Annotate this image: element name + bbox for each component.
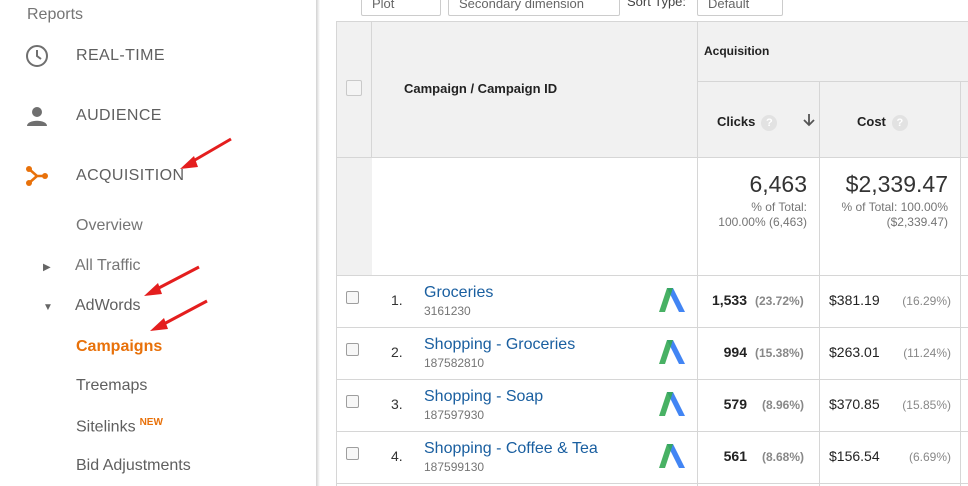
nav-item-acquisition[interactable]: ACQUISITION	[0, 154, 316, 198]
sidebar-item-bid-adjustments[interactable]: Bid Adjustments	[76, 457, 191, 475]
sidebar-item-all-traffic[interactable]: All Traffic	[75, 257, 141, 275]
cost-percent: (16.29%)	[902, 294, 951, 308]
row-checkbox[interactable]	[346, 343, 359, 356]
row-checkbox[interactable]	[346, 447, 359, 460]
cost-header-label: Cost	[857, 114, 886, 129]
clicks-header-label: Clicks	[717, 114, 756, 129]
grid-line	[336, 327, 968, 328]
campaign-id: 187582810	[424, 356, 485, 370]
nav-item-audience[interactable]: AUDIENCE	[0, 94, 316, 138]
clicks-percent: (8.68%)	[762, 450, 805, 464]
grid-line	[336, 21, 968, 22]
caret-down-icon[interactable]: ▼	[43, 302, 53, 313]
grid-line	[336, 275, 968, 276]
reports-section-label: Reports	[27, 6, 84, 23]
campaign-id: 187597930	[424, 408, 485, 422]
nav-label-real-time: REAL-TIME	[76, 47, 165, 64]
row-checkbox[interactable]	[346, 395, 359, 408]
grid-line	[371, 21, 372, 157]
grid-line	[960, 81, 961, 486]
select-all-checkbox[interactable]	[346, 80, 362, 96]
grid-line	[697, 81, 968, 82]
cost-value: $263.01	[829, 344, 880, 360]
clock-icon	[24, 43, 50, 69]
sidebar-item-overview[interactable]: Overview	[76, 217, 143, 235]
totals-checkbox-cell	[336, 157, 372, 275]
annotation-arrow-acquisition	[180, 137, 232, 169]
clicks-value: 579	[723, 396, 747, 412]
campaign-link[interactable]: Shopping - Soap	[424, 388, 543, 406]
row-checkbox[interactable]	[346, 291, 359, 304]
nav-item-real-time[interactable]: REAL-TIME	[0, 34, 316, 78]
grid-line	[336, 483, 968, 484]
cost-value: $156.54	[829, 448, 880, 464]
sidebar: Reports REAL-TIME AUDIENCE ACQUISITION O…	[0, 0, 316, 486]
row-number: 1.	[391, 292, 403, 308]
cost-percent: (6.69%)	[908, 450, 951, 464]
nav-label-acquisition: ACQUISITION	[76, 167, 185, 184]
total-clicks-pct-value: 100.00% (6,463)	[718, 215, 807, 229]
cost-percent: (11.24%)	[903, 346, 951, 360]
clicks-value: 994	[723, 344, 747, 360]
grid-line	[336, 379, 968, 380]
clicks-column-header[interactable]: Clicks?	[717, 114, 778, 131]
annotation-arrow-campaigns	[150, 299, 208, 331]
sitelinks-label: Sitelinks	[76, 418, 136, 436]
help-icon[interactable]: ?	[891, 114, 908, 131]
clicks-value: 561	[723, 448, 747, 464]
sidebar-shadow	[316, 0, 320, 486]
adwords-icon	[659, 288, 685, 312]
grid-line	[336, 21, 337, 486]
total-cost: $2,339.47	[845, 171, 948, 197]
cost-column-header[interactable]: Cost?	[857, 114, 908, 131]
cost-value: $370.85	[829, 396, 880, 412]
row-number: 4.	[391, 448, 403, 464]
help-icon[interactable]: ?	[761, 114, 778, 131]
clicks-percent: (15.38%)	[755, 346, 804, 360]
sort-type-label: Sort Type:	[627, 0, 687, 9]
campaign-id: 3161230	[424, 304, 471, 318]
clicks-percent: (23.72%)	[755, 294, 804, 308]
total-cost-pct-value: ($2,339.47)	[886, 215, 948, 229]
campaign-link[interactable]: Shopping - Groceries	[424, 336, 575, 354]
acquisition-icon	[24, 163, 50, 189]
nav-label-audience: AUDIENCE	[76, 107, 162, 124]
campaign-id: 187599130	[424, 460, 485, 474]
cost-percent: (15.85%)	[902, 398, 951, 412]
sidebar-item-sitelinks[interactable]: Sitelinks NEW	[76, 417, 163, 436]
sort-type-dropdown[interactable]: Default	[697, 0, 783, 16]
sidebar-item-treemaps[interactable]: Treemaps	[76, 377, 147, 395]
adwords-icon	[659, 444, 685, 468]
plot-rows-button[interactable]: Plot Rows	[361, 0, 441, 33]
sort-descending-icon[interactable]	[802, 113, 816, 127]
cost-value: $381.19	[829, 292, 880, 308]
caret-right-icon[interactable]: ▶	[43, 262, 51, 273]
campaign-link[interactable]: Shopping - Coffee & Tea	[424, 440, 598, 458]
acquisition-group-header: Acquisition	[704, 44, 770, 58]
grid-line	[697, 21, 698, 486]
clicks-percent: (8.96%)	[762, 398, 805, 412]
grid-line	[336, 431, 968, 432]
campaign-column-header[interactable]: Campaign / Campaign ID	[404, 81, 557, 96]
grid-line	[819, 81, 820, 486]
total-cost-pct-label: % of Total: 100.00%	[841, 200, 948, 214]
row-number: 2.	[391, 344, 403, 360]
row-number: 3.	[391, 396, 403, 412]
person-icon	[24, 103, 50, 129]
clicks-value: 1,533	[711, 292, 747, 308]
sidebar-item-adwords[interactable]: AdWords	[75, 297, 141, 315]
campaign-link[interactable]: Groceries	[424, 284, 493, 302]
sidebar-item-campaigns[interactable]: Campaigns	[76, 338, 162, 356]
adwords-icon	[659, 340, 685, 364]
total-clicks-pct-label: % of Total:	[751, 200, 807, 214]
grid-line	[336, 157, 968, 158]
new-badge: NEW	[139, 417, 163, 428]
total-clicks: 6,463	[749, 171, 807, 197]
adwords-icon	[659, 392, 685, 416]
secondary-dimension-dropdown[interactable]: Secondary dimension	[448, 0, 620, 16]
